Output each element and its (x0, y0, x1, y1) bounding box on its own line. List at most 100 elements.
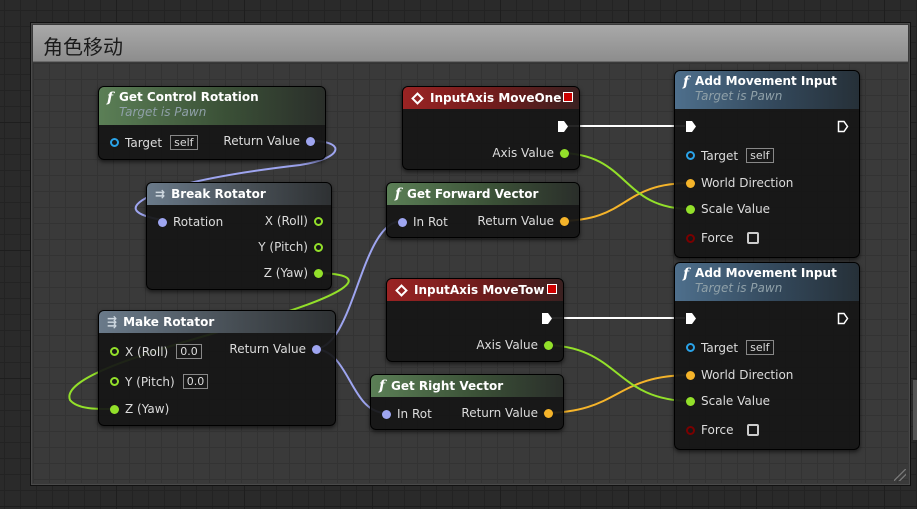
node-header[interactable]: f Add Movement Input Target is Pawn (675, 71, 859, 109)
pin-y-pitch[interactable]: Y (Pitch) (252, 240, 323, 254)
float-pin-icon[interactable] (314, 242, 323, 252)
node-header[interactable]: InputAxis MoveOne (403, 87, 579, 109)
node-get-forward-vector[interactable]: f Get Forward Vector In Rot Return Value (386, 182, 580, 238)
pin-force[interactable]: Force (686, 231, 760, 245)
x-roll-input[interactable]: 0.0 (176, 344, 202, 359)
node-make-rotator[interactable]: ⇶ Make Rotator X (Roll) 0.0 Y (Pitch) 0.… (98, 310, 336, 426)
pin-return-value[interactable]: Return Value (471, 214, 569, 228)
rotator-pin-icon[interactable] (158, 217, 167, 227)
pin-axis-value[interactable]: Axis Value (486, 146, 569, 160)
target-value[interactable]: self (170, 135, 198, 150)
comment-title[interactable]: 角色移动 (43, 31, 123, 60)
pin-x-roll[interactable]: X (Roll) 0.0 (110, 344, 202, 359)
float-pin-icon[interactable] (110, 347, 119, 356)
exec-in-pin-icon[interactable] (685, 312, 697, 325)
pin-label: Axis Value (476, 338, 538, 352)
float-pin-icon[interactable] (110, 377, 119, 386)
vector-pin-icon[interactable] (560, 216, 569, 226)
delegate-pin-icon[interactable] (563, 92, 573, 102)
pin-in-rot[interactable]: In Rot (398, 215, 454, 229)
pin-rotation[interactable]: Rotation (158, 215, 229, 229)
pin-x-roll[interactable]: X (Roll) (259, 214, 323, 228)
pin-label: Y (Pitch) (258, 240, 308, 254)
float-pin-icon[interactable] (544, 340, 553, 350)
pin-z-yaw[interactable]: Z (Yaw) (110, 402, 175, 416)
pin-label: Z (Yaw) (125, 402, 170, 416)
pin-y-pitch[interactable]: Y (Pitch) 0.0 (110, 374, 209, 389)
force-checkbox[interactable] (747, 232, 760, 244)
node-title: Get Forward Vector (407, 187, 539, 201)
exec-out-pin-icon[interactable] (837, 312, 849, 325)
node-header[interactable]: InputAxis MoveTow (387, 279, 563, 301)
pin-z-yaw[interactable]: Z (Yaw) (258, 266, 323, 280)
object-pin-icon[interactable] (686, 343, 695, 352)
exec-out-pin-icon[interactable] (837, 120, 849, 133)
node-header[interactable]: f Get Right Vector (371, 375, 563, 397)
node-subtitle: Target is Pawn (695, 281, 783, 295)
pin-force[interactable]: Force (686, 423, 760, 437)
exec-in-pin-icon[interactable] (685, 120, 697, 133)
pin-target[interactable]: Target self (110, 135, 198, 150)
resize-grip-icon[interactable] (894, 469, 906, 481)
function-icon: f (379, 378, 386, 394)
pin-return-value[interactable]: Return Value (223, 342, 321, 356)
float-pin-icon[interactable] (314, 216, 323, 226)
pin-return-value[interactable]: Return Value (217, 134, 315, 148)
node-break-rotator[interactable]: ⇉ Break Rotator Rotation X (Roll) Y (Pit… (146, 182, 332, 290)
pin-scale-value[interactable]: Scale Value (686, 394, 776, 408)
node-subtitle: Target is Pawn (119, 105, 207, 119)
exec-out-pin-icon[interactable] (541, 312, 553, 325)
target-value[interactable]: self (746, 148, 774, 163)
node-get-control-rotation[interactable]: f Get Control Rotation Target is Pawn Ta… (98, 86, 326, 160)
vector-pin-icon[interactable] (544, 408, 553, 418)
node-header[interactable]: f Get Forward Vector (387, 183, 579, 205)
node-add-movement-input-1[interactable]: f Add Movement Input Target is Pawn Targ… (674, 70, 860, 258)
float-pin-icon[interactable] (686, 204, 695, 214)
node-add-movement-input-2[interactable]: f Add Movement Input Target is Pawn Targ… (674, 262, 860, 450)
force-checkbox[interactable] (747, 424, 760, 436)
vertical-scrollbar[interactable] (913, 380, 917, 440)
function-icon: f (395, 186, 402, 202)
object-pin-icon[interactable] (686, 151, 695, 160)
node-header[interactable]: f Get Control Rotation Target is Pawn (99, 87, 325, 125)
node-input-axis-move-tow[interactable]: InputAxis MoveTow Axis Value (386, 278, 564, 362)
pin-return-value[interactable]: Return Value (455, 406, 553, 420)
node-title: Break Rotator (171, 187, 266, 201)
float-pin-icon[interactable] (110, 404, 119, 414)
pin-label: Force (701, 423, 734, 437)
node-get-right-vector[interactable]: f Get Right Vector In Rot Return Value (370, 374, 564, 430)
float-pin-icon[interactable] (314, 268, 323, 278)
float-pin-icon[interactable] (686, 396, 695, 406)
rotator-pin-icon[interactable] (306, 136, 315, 146)
pin-label: Target (701, 340, 739, 355)
delegate-pin-icon[interactable] (547, 284, 557, 294)
rotator-pin-icon[interactable] (312, 344, 321, 354)
node-header[interactable]: f Add Movement Input Target is Pawn (675, 263, 859, 301)
y-pitch-input[interactable]: 0.0 (182, 374, 209, 389)
pin-in-rot[interactable]: In Rot (382, 407, 438, 421)
node-title: Get Right Vector (391, 379, 504, 393)
float-pin-icon[interactable] (560, 148, 569, 158)
pin-world-direction[interactable]: World Direction (686, 176, 799, 190)
bool-pin-icon[interactable] (686, 425, 695, 435)
vector-pin-icon[interactable] (686, 178, 695, 188)
target-value[interactable]: self (746, 340, 774, 355)
pin-target[interactable]: Target self (686, 340, 774, 355)
bool-pin-icon[interactable] (686, 233, 695, 243)
node-input-axis-move-one[interactable]: InputAxis MoveOne Axis Value (402, 86, 580, 170)
node-header[interactable]: ⇉ Break Rotator (147, 183, 331, 205)
exec-out-pin-icon[interactable] (557, 120, 569, 133)
object-pin-icon[interactable] (110, 138, 119, 147)
pin-label: World Direction (701, 368, 794, 382)
rotator-pin-icon[interactable] (398, 217, 407, 227)
pin-axis-value[interactable]: Axis Value (470, 338, 553, 352)
comment-header[interactable]: 角色移动 (33, 25, 908, 62)
node-header[interactable]: ⇶ Make Rotator (99, 311, 335, 333)
rotator-pin-icon[interactable] (382, 409, 391, 419)
node-title: Make Rotator (123, 315, 215, 329)
vector-pin-icon[interactable] (686, 370, 695, 380)
pin-world-direction[interactable]: World Direction (686, 368, 799, 382)
pin-scale-value[interactable]: Scale Value (686, 202, 776, 216)
pin-target[interactable]: Target self (686, 148, 774, 163)
pin-label: Return Value (223, 134, 300, 148)
